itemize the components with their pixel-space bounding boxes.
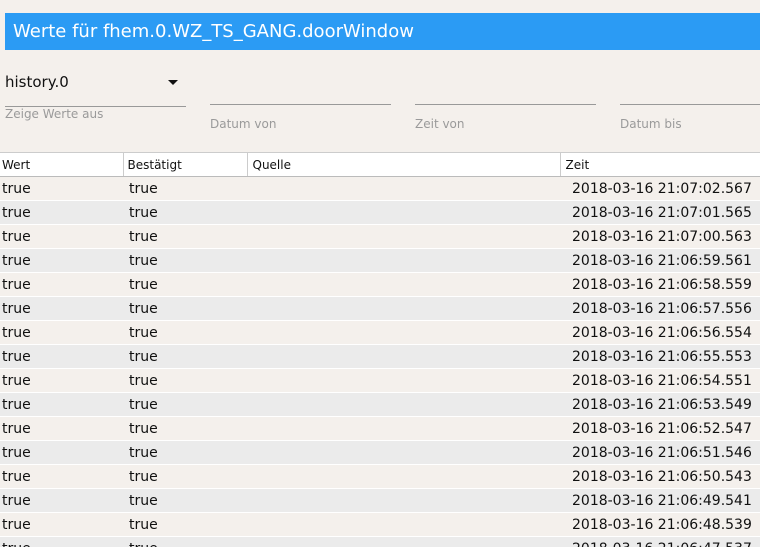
cell-bestaetigt: true bbox=[123, 392, 247, 417]
cell-bestaetigt: true bbox=[123, 248, 247, 273]
table-row[interactable]: true true 2018-03-16 21:06:54.551 bbox=[0, 368, 760, 393]
column-header-quelle[interactable]: Quelle bbox=[247, 152, 561, 177]
cell-wert: true bbox=[0, 200, 123, 225]
instance-select-value: history.0 bbox=[5, 73, 69, 91]
cell-quelle bbox=[247, 320, 560, 345]
cell-bestaetigt: true bbox=[123, 368, 247, 393]
cell-quelle bbox=[247, 224, 560, 249]
caret-down-icon[interactable] bbox=[168, 80, 178, 85]
show-values-label: Zeige Werte aus bbox=[5, 107, 104, 121]
cell-quelle bbox=[247, 200, 560, 225]
cell-wert: true bbox=[0, 224, 123, 249]
column-header-wert[interactable]: Wert bbox=[0, 152, 124, 177]
date-from-label: Datum von bbox=[210, 117, 277, 131]
history-table: Wert Bestätigt Quelle Zeit true true 2018-… bbox=[0, 152, 760, 547]
table-row[interactable]: true true 2018-03-16 21:06:57.556 bbox=[0, 296, 760, 321]
cell-zeit: 2018-03-16 21:07:02.567 bbox=[560, 176, 760, 201]
cell-bestaetigt: true bbox=[123, 536, 247, 547]
cell-bestaetigt: true bbox=[123, 440, 247, 465]
cell-bestaetigt: true bbox=[123, 416, 247, 441]
cell-zeit: 2018-03-16 21:06:50.543 bbox=[560, 464, 760, 489]
table-row[interactable]: truetrue 2018-03-16 21:06:47.537 bbox=[0, 536, 760, 547]
time-from-label: Zeit von bbox=[415, 117, 465, 131]
cell-zeit: 2018-03-16 21:06:59.561 bbox=[560, 248, 760, 273]
table-header-row: Wert Bestätigt Quelle Zeit bbox=[0, 152, 760, 177]
cell-bestaetigt: true bbox=[123, 176, 247, 201]
cell-zeit: 2018-03-16 21:06:49.541 bbox=[560, 488, 760, 513]
cell-bestaetigt: true bbox=[123, 200, 247, 225]
time-from-field[interactable] bbox=[415, 86, 596, 106]
table-row[interactable]: true true 2018-03-16 21:07:00.563 bbox=[0, 224, 760, 249]
cell-bestaetigt: true bbox=[123, 224, 247, 249]
cell-zeit: 2018-03-16 21:06:55.553 bbox=[560, 344, 760, 369]
table-row[interactable]: true true 2018-03-16 21:07:02.567 bbox=[0, 176, 760, 201]
cell-quelle bbox=[247, 464, 560, 489]
cell-zeit: 2018-03-16 21:07:01.565 bbox=[560, 200, 760, 225]
cell-zeit: 2018-03-16 21:06:47.537 bbox=[560, 536, 760, 547]
cell-zeit: 2018-03-16 21:06:57.556 bbox=[560, 296, 760, 321]
cell-wert: true bbox=[0, 368, 123, 393]
cell-wert: true bbox=[0, 488, 123, 513]
cell-zeit: 2018-03-16 21:06:54.551 bbox=[560, 368, 760, 393]
cell-quelle bbox=[247, 368, 560, 393]
cell-bestaetigt: true bbox=[123, 296, 247, 321]
table-row[interactable]: true true 2018-03-16 21:06:59.561 bbox=[0, 248, 760, 273]
cell-wert: true bbox=[0, 464, 123, 489]
column-header-bestaetigt[interactable]: Bestätigt bbox=[123, 152, 248, 177]
cell-quelle bbox=[247, 488, 560, 513]
cell-quelle bbox=[247, 248, 560, 273]
dialog-title: Werte für fhem.0.WZ_TS_GANG.doorWindow bbox=[5, 13, 760, 50]
date-from-field[interactable] bbox=[210, 86, 391, 106]
table-row[interactable]: true true 2018-03-16 21:07:01.565 bbox=[0, 200, 760, 225]
cell-quelle bbox=[247, 272, 560, 297]
cell-bestaetigt: true bbox=[123, 464, 247, 489]
cell-quelle bbox=[247, 176, 560, 201]
date-to-label: Datum bis bbox=[620, 117, 682, 131]
cell-quelle bbox=[247, 416, 560, 441]
cell-wert: true bbox=[0, 440, 123, 465]
cell-bestaetigt: true bbox=[123, 512, 247, 537]
cell-wert: true bbox=[0, 272, 123, 297]
table-row[interactable]: true true 2018-03-16 21:06:48.539 bbox=[0, 512, 760, 537]
cell-quelle bbox=[247, 440, 560, 465]
table-row[interactable]: true true 2018-03-16 21:06:51.546 bbox=[0, 440, 760, 465]
cell-wert: true bbox=[0, 248, 123, 273]
table-row[interactable]: true true 2018-03-16 21:06:56.554 bbox=[0, 320, 760, 345]
column-header-zeit[interactable]: Zeit bbox=[560, 152, 760, 177]
table-row[interactable]: true true 2018-03-16 21:06:49.541 bbox=[0, 488, 760, 513]
table-row[interactable]: true true 2018-03-16 21:06:58.559 bbox=[0, 272, 760, 297]
cell-wert: true bbox=[0, 512, 123, 537]
cell-zeit: 2018-03-16 21:07:00.563 bbox=[560, 224, 760, 249]
cell-quelle bbox=[247, 296, 560, 321]
instance-select[interactable]: history.0 bbox=[5, 65, 186, 107]
cell-bestaetigt: true bbox=[123, 344, 247, 369]
cell-wert: true bbox=[0, 416, 123, 441]
cell-zeit: 2018-03-16 21:06:53.549 bbox=[560, 392, 760, 417]
cell-wert: true bbox=[0, 344, 123, 369]
table-row[interactable]: true true 2018-03-16 21:06:53.549 bbox=[0, 392, 760, 417]
cell-zeit: 2018-03-16 21:06:56.554 bbox=[560, 320, 760, 345]
cell-zeit: 2018-03-16 21:06:58.559 bbox=[560, 272, 760, 297]
cell-wert: true bbox=[0, 320, 123, 345]
date-to-field[interactable] bbox=[620, 86, 760, 106]
cell-zeit: 2018-03-16 21:06:51.546 bbox=[560, 440, 760, 465]
table-row[interactable]: true true 2018-03-16 21:06:55.553 bbox=[0, 344, 760, 369]
cell-wert: true bbox=[0, 392, 123, 417]
cell-bestaetigt: true bbox=[123, 488, 247, 513]
cell-wert: true bbox=[0, 536, 123, 547]
cell-quelle bbox=[247, 392, 560, 417]
cell-wert: true bbox=[0, 176, 123, 201]
table-row[interactable]: true true 2018-03-16 21:06:52.547 bbox=[0, 416, 760, 441]
cell-zeit: 2018-03-16 21:06:48.539 bbox=[560, 512, 760, 537]
cell-bestaetigt: true bbox=[123, 272, 247, 297]
cell-wert: true bbox=[0, 296, 123, 321]
cell-bestaetigt: true bbox=[123, 320, 247, 345]
cell-quelle bbox=[247, 536, 560, 547]
cell-zeit: 2018-03-16 21:06:52.547 bbox=[560, 416, 760, 441]
table-row[interactable]: true true 2018-03-16 21:06:50.543 bbox=[0, 464, 760, 489]
cell-quelle bbox=[247, 512, 560, 537]
cell-quelle bbox=[247, 344, 560, 369]
